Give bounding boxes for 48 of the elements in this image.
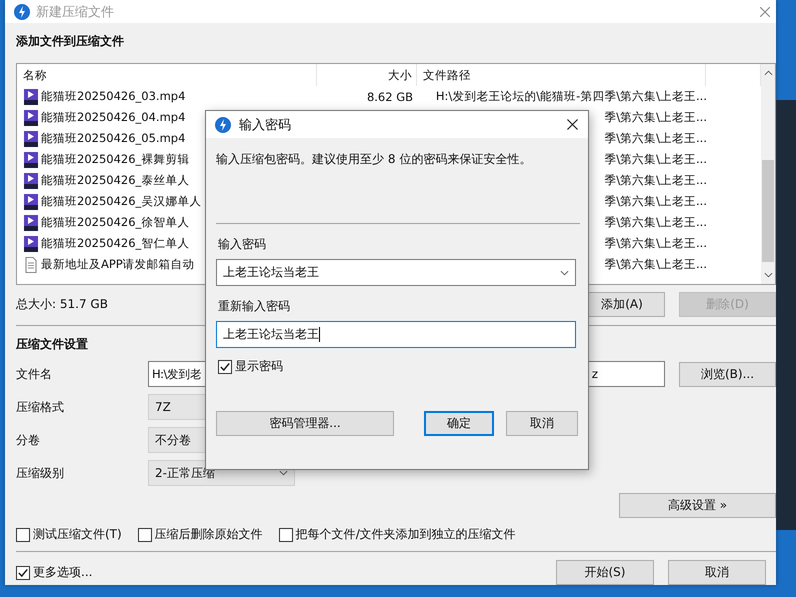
file-path: H:\发到老王论坛的\能猫班-第四季\第六集\上老王...	[436, 89, 707, 104]
file-name: 能猫班20250426_03.mp4	[41, 89, 186, 104]
checkbox-label: 更多选项...	[33, 564, 92, 581]
browse-button[interactable]: 浏览(B)...	[679, 362, 776, 386]
ok-button[interactable]: 确定	[424, 411, 494, 436]
field-label: 文件名	[16, 366, 53, 382]
dialog-title: 输入密码	[239, 116, 291, 134]
field-label: 压缩级别	[16, 464, 65, 482]
confirm-password-field[interactable]: 上老王论坛当老王	[216, 321, 576, 348]
file-path: 季\第六集\上老王...	[604, 194, 707, 209]
file-name: 能猫班20250426_吴汉娜单人	[41, 194, 202, 209]
section-heading: 添加文件到压缩文件	[16, 33, 124, 50]
password-manager-button[interactable]: 密码管理器...	[216, 411, 394, 436]
cancel-button[interactable]: 取消	[668, 560, 766, 585]
file-path: 季\第六集\上老王...	[604, 131, 707, 146]
checkbox-label: 压缩后删除原始文件	[154, 526, 263, 543]
file-name: 能猫班20250426_裸舞剪辑	[41, 152, 190, 167]
window-title: 新建压缩文件	[36, 4, 114, 20]
start-button[interactable]: 开始(S)	[556, 560, 654, 585]
cancel-button[interactable]: 取消	[506, 411, 578, 436]
checkbox-label: 显示密码	[235, 358, 283, 375]
file-path: 季\第六集\上老王...	[604, 215, 707, 230]
password-field[interactable]: 上老王论坛当老王	[216, 259, 576, 286]
field-label: 输入密码	[218, 236, 267, 253]
file-path: 季\第六集\上老王...	[604, 152, 707, 167]
file-path: 季\第六集\上老王...	[604, 257, 707, 272]
file-name: 能猫班20250426_智仁单人	[41, 236, 190, 251]
field-label: 压缩格式	[16, 398, 65, 416]
column-header[interactable]: 名称	[17, 64, 317, 86]
file-name: 能猫班20250426_徐智单人	[41, 215, 190, 230]
file-path: 季\第六集\上老王...	[604, 110, 707, 125]
dialog-description: 输入压缩包密码。建议使用至少 8 位的密码来保证安全性。	[216, 151, 532, 168]
file-name: 能猫班20250426_泰丝单人	[41, 173, 190, 188]
file-name: 最新地址及APP请发邮箱自动	[41, 257, 195, 272]
file-path: 季\第六集\上老王...	[604, 173, 707, 188]
checkbox-label: 测试压缩文件(T)	[33, 526, 122, 543]
file-path: 季\第六集\上老王...	[604, 236, 707, 251]
checkbox-label: 把每个文件/文件夹添加到独立的压缩文件	[296, 526, 516, 543]
column-header[interactable]: 大小	[317, 64, 417, 86]
field-label: 重新输入密码	[218, 298, 291, 315]
advanced-settings-button[interactable]: 高级设置 »	[619, 493, 776, 518]
field-label: 分卷	[16, 432, 41, 448]
section-heading: 压缩文件设置	[16, 336, 88, 353]
file-name: 能猫班20250426_05.mp4	[41, 131, 186, 146]
file-size: 8.62 GB	[366, 90, 413, 104]
file-name: 能猫班20250426_04.mp4	[41, 110, 186, 125]
column-header[interactable]: 文件路径	[417, 64, 706, 86]
total-size: 总大小: 51.7 GB	[16, 296, 108, 312]
